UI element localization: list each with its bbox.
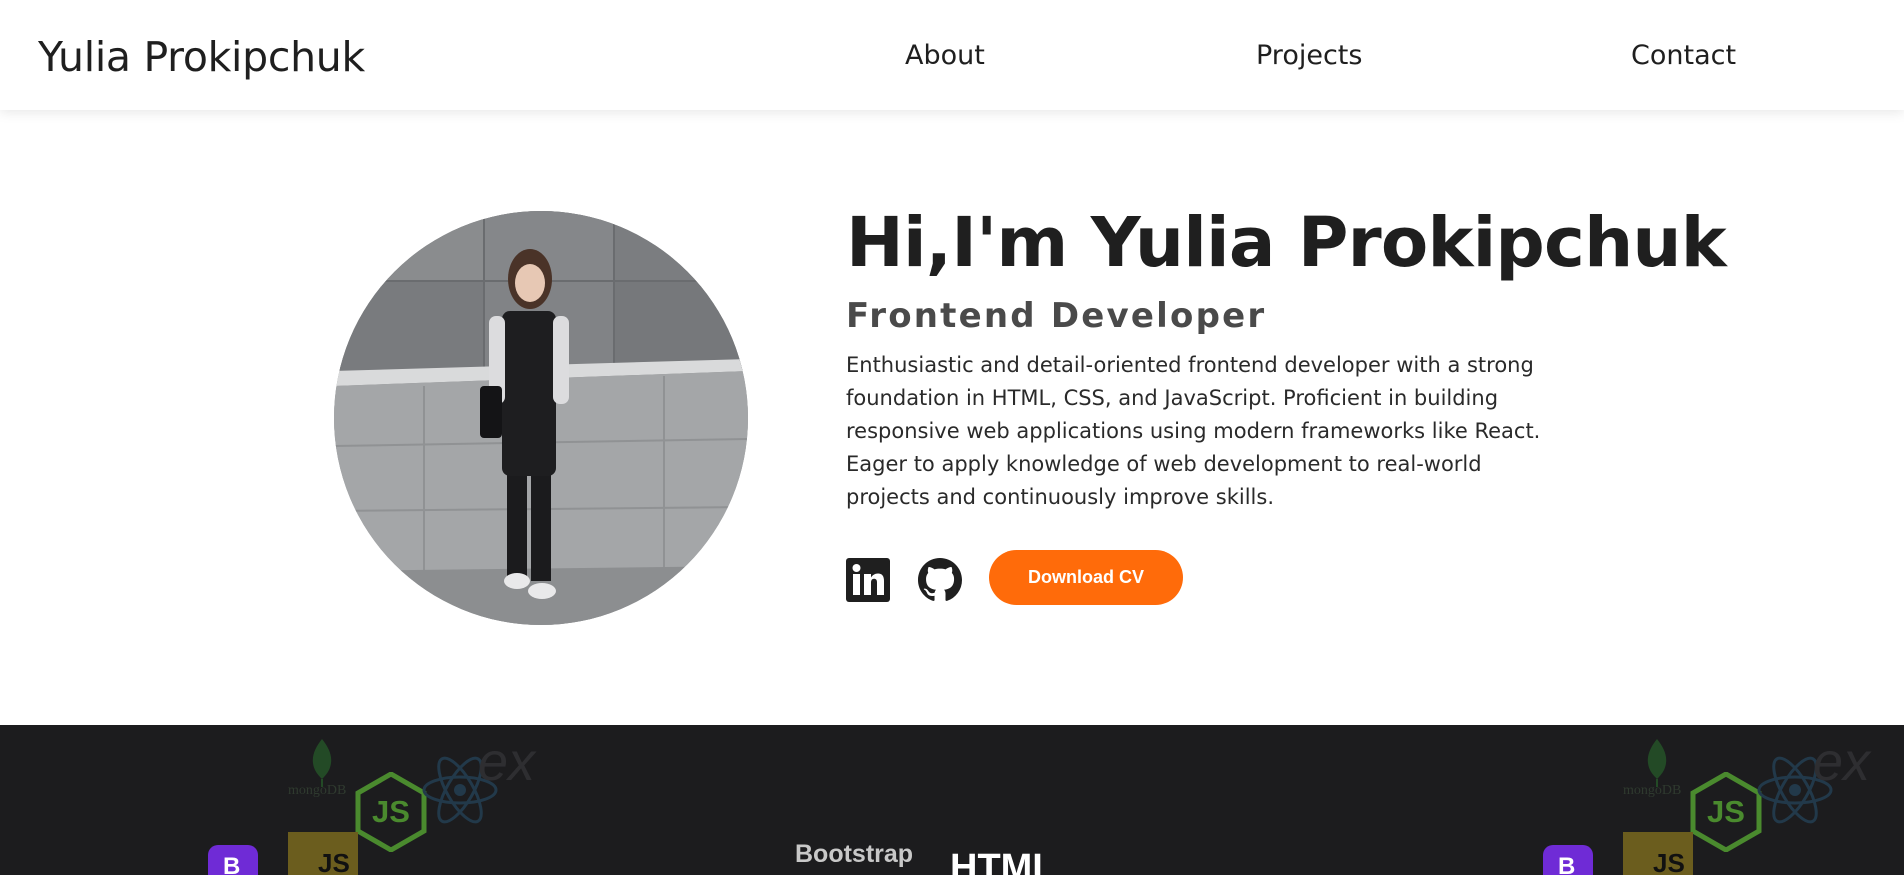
nodejs-label: JS [1707,794,1745,829]
site-header: Yulia Prokipchuk About Projects Contact [0,0,1904,110]
bootstrap-icon: B [208,845,258,875]
nodejs-icon: JS [355,771,427,853]
hero-section: Hi,I'm Yulia Prokipchuk Frontend Develop… [0,110,1904,725]
css-icon: Bootstrap [795,840,925,875]
mongodb-icon: mongoDB [284,737,360,798]
javascript-icon: JS [1623,832,1693,875]
nav-about-link[interactable]: About [905,40,985,71]
html-icon: HTML [950,847,1056,875]
javascript-label: JS [318,848,350,875]
hero-intro: Hi,I'm Yulia Prokipchuk Frontend Develop… [846,203,1746,514]
nav-contact-link[interactable]: Contact [1631,40,1736,71]
mongodb-label: mongoDB [288,783,347,798]
hero-actions: Download CV [846,550,1246,606]
javascript-icon: JS [288,832,358,875]
javascript-label: JS [1653,848,1685,875]
bootstrap-label: B [223,853,241,875]
nav-projects-link[interactable]: Projects [1256,40,1362,71]
mongodb-label: mongoDB [1623,783,1682,798]
bootstrap-icon: B [1543,845,1593,875]
hero-bio: Enthusiastic and detail-oriented fronten… [846,353,1541,510]
download-cv-button[interactable]: Download CV [989,550,1183,605]
linkedin-icon[interactable] [846,558,890,602]
brand-name[interactable]: Yulia Prokipchuk [38,33,365,81]
bootstrap-label: B [1558,853,1576,875]
profile-photo-illustration [334,211,748,625]
github-icon[interactable] [918,558,962,602]
skills-section: mongoDB JS ex B JS Bootstrap HTML mongoD… [0,725,1904,875]
nodejs-label: JS [372,794,410,829]
express-icon: ex [1813,732,1871,792]
profile-photo [334,211,748,625]
express-icon: ex [478,732,536,792]
mongodb-icon: mongoDB [1619,737,1695,798]
hero-heading: Hi,I'm Yulia Prokipchuk [846,203,1727,283]
hero-role: Frontend Developer [846,295,1267,336]
nodejs-icon: JS [1690,771,1762,853]
css-label: Bootstrap [795,840,914,868]
